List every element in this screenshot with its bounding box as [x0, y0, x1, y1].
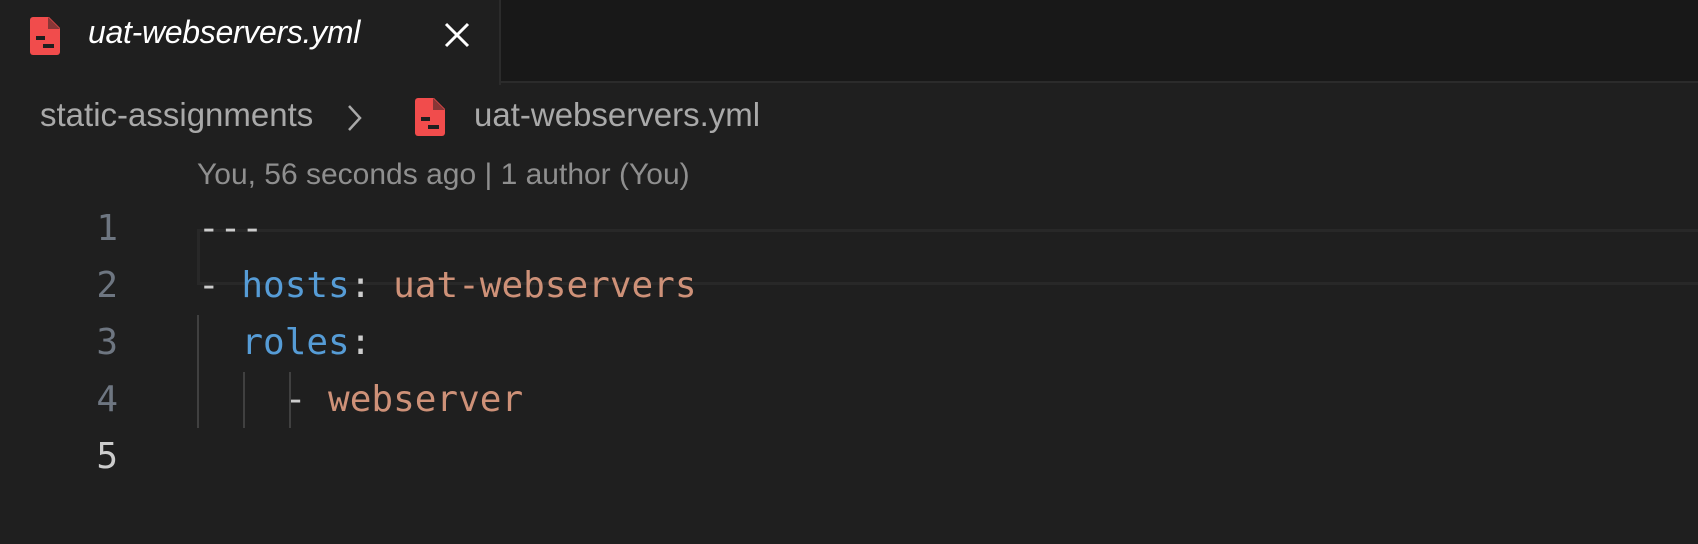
tab-bar: uat-webservers.yml — [0, 0, 1698, 85]
yaml-key: hosts — [241, 265, 350, 306]
close-icon[interactable] — [440, 18, 474, 52]
tab-label: uat-webservers.yml — [88, 14, 361, 50]
line-number: 4 — [96, 379, 118, 420]
code-line[interactable]: 3 roles: — [0, 314, 1698, 371]
code-line[interactable]: 4 - webserver — [0, 371, 1698, 428]
yaml-value: uat-webservers — [393, 265, 697, 306]
line-content: - webserver — [198, 371, 523, 428]
breadcrumb-folder[interactable]: static-assignments — [40, 96, 313, 134]
yaml-value: webserver — [328, 379, 524, 420]
yaml-punctuation — [198, 322, 241, 363]
yaml-punctuation: --- — [198, 208, 264, 249]
yaml-punctuation: : — [349, 265, 394, 306]
yaml-punctuation: - — [198, 265, 242, 306]
code-line[interactable]: 5 — [0, 428, 1698, 485]
line-number: 5 — [96, 436, 118, 477]
line-number: 2 — [96, 265, 118, 306]
yaml-punctuation: - — [198, 379, 329, 420]
line-number: 3 — [96, 322, 118, 363]
code-line[interactable]: 1 --- — [0, 200, 1698, 257]
yaml-punctuation: : — [349, 322, 372, 363]
tab-bar-border — [501, 81, 1698, 83]
yaml-file-icon — [30, 17, 60, 55]
git-blame-codelens[interactable]: You, 56 seconds ago | 1 author (You) — [197, 158, 690, 192]
yaml-key: roles — [241, 322, 350, 363]
tab-uat-webservers[interactable]: uat-webservers.yml — [0, 0, 501, 85]
breadcrumb-file[interactable]: uat-webservers.yml — [474, 96, 760, 134]
line-number: 1 — [96, 208, 118, 249]
line-content: --- — [198, 200, 263, 257]
chevron-right-icon — [348, 105, 362, 131]
line-content: roles: — [198, 314, 371, 371]
code-line[interactable]: 2 - hosts: uat-webservers — [0, 257, 1698, 314]
line-content: - hosts: uat-webservers — [198, 257, 697, 314]
yaml-file-icon — [415, 98, 445, 136]
